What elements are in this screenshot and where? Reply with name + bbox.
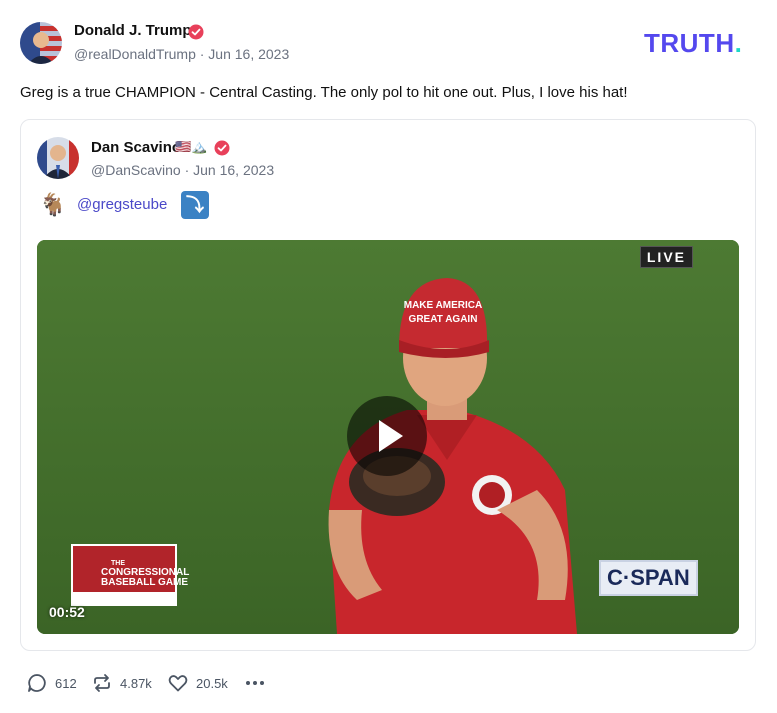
quoted-post-card[interactable]: Dan Scavino 🇺🇸🏔️ @DanScavino · Jun 16, 2… [20, 119, 756, 651]
author-name[interactable]: Donald J. Trump [74, 22, 192, 39]
reply-icon [28, 674, 46, 692]
video-duration: 00:52 [49, 604, 85, 620]
author-handle-date[interactable]: @realDonaldTrump · Jun 16, 2023 [74, 46, 289, 62]
verified-badge-icon [188, 24, 204, 40]
cspan-logo: C·SPAN [599, 560, 698, 596]
author-avatar[interactable] [20, 22, 62, 64]
truth-logo-text: TRUTH [644, 28, 735, 58]
reply-count: 612 [55, 675, 77, 691]
truth-logo-dot: . [734, 28, 743, 58]
game-logo-line3: BASEBALL GAME [101, 577, 189, 588]
quote-author-avatar[interactable] [37, 137, 79, 179]
repost-count: 4.87k [120, 675, 152, 691]
video-player[interactable]: MAKE AMERICA GREAT AGAIN LIVE THE CONGRE… [37, 240, 739, 634]
game-logo-line1: THE [111, 560, 125, 567]
quote-name-emoji: 🇺🇸🏔️ [175, 139, 208, 154]
more-options-button[interactable] [244, 672, 266, 694]
verified-badge-icon [214, 140, 230, 156]
quote-author-handle-date[interactable]: @DanScavino · Jun 16, 2023 [91, 162, 274, 178]
play-button[interactable] [347, 396, 427, 476]
like-count: 20.5k [196, 675, 228, 691]
heart-icon [168, 675, 188, 692]
goat-emoji: 🐐 [39, 192, 67, 217]
reply-button[interactable]: 612 [26, 672, 77, 694]
quote-author-name[interactable]: Dan Scavino [91, 139, 181, 156]
mention-link[interactable]: @gregsteube [77, 196, 167, 213]
like-button[interactable]: 20.5k [167, 672, 228, 694]
repost-button[interactable]: 4.87k [91, 672, 152, 694]
more-dots-icon [246, 681, 264, 685]
hat-text-line2: GREAT AGAIN [409, 314, 478, 325]
truth-logo[interactable]: TRUTH. [644, 28, 742, 59]
congressional-baseball-logo: THE CONGRESSIONAL BASEBALL GAME [71, 544, 189, 606]
repost-icon [94, 674, 110, 692]
live-badge: LIVE [639, 246, 693, 268]
hat-text-line1: MAKE AMERICA [404, 300, 483, 311]
play-icon [379, 420, 403, 452]
post-text: Greg is a true CHAMPION - Central Castin… [20, 84, 628, 101]
arrow-down-right-icon: ⤵ [181, 191, 209, 219]
